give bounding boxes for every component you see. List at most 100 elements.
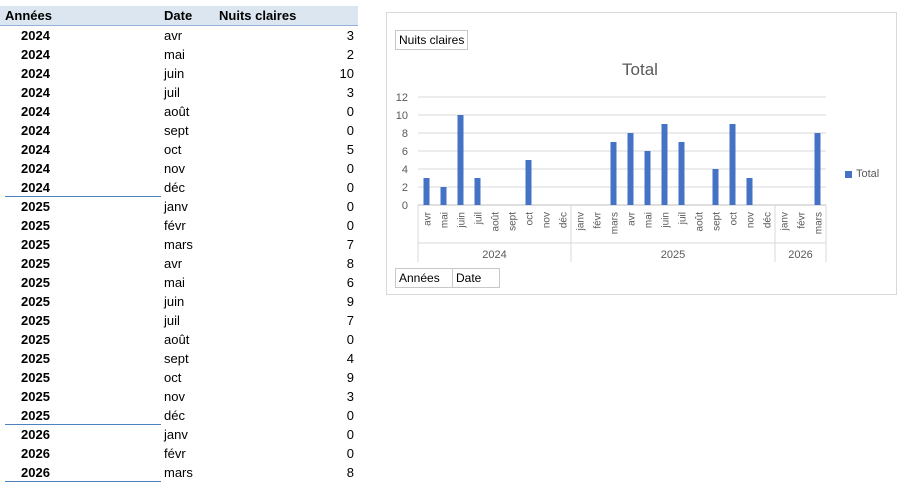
- value-cell: 10: [339, 66, 354, 81]
- year-cell[interactable]: 2025: [21, 237, 50, 252]
- month-cell[interactable]: déc: [164, 180, 185, 195]
- month-cell[interactable]: oct: [164, 142, 181, 157]
- year-cell[interactable]: 2024: [21, 104, 50, 119]
- month-cell[interactable]: mars: [164, 465, 193, 480]
- year-cell[interactable]: 2024: [21, 123, 50, 138]
- month-cell[interactable]: févr: [164, 446, 186, 461]
- bar: [474, 178, 481, 205]
- value-cell: 0: [346, 161, 354, 176]
- year-cell[interactable]: 2025: [21, 275, 50, 290]
- year-cell[interactable]: 2026: [21, 465, 50, 480]
- x-tick-label: mai: [440, 212, 451, 228]
- group-separator: [5, 481, 161, 482]
- y-tick-label: 6: [402, 146, 408, 158]
- x-tick-label: sept: [508, 212, 519, 231]
- table-row: 2025 janv 0: [0, 197, 358, 216]
- bar: [729, 124, 736, 205]
- group-label: 2024: [482, 249, 506, 261]
- x-tick-label: avr: [627, 211, 638, 226]
- month-cell[interactable]: janv: [164, 199, 188, 214]
- year-cell[interactable]: 2024: [21, 85, 50, 100]
- month-cell[interactable]: juin: [164, 294, 184, 309]
- month-cell[interactable]: oct: [164, 370, 181, 385]
- month-cell[interactable]: juil: [164, 313, 180, 328]
- month-cell[interactable]: juil: [164, 85, 180, 100]
- legend: Total: [845, 168, 879, 180]
- table-row: 2025 août 0: [0, 330, 358, 349]
- table-row: 2026 mars 8: [0, 463, 358, 482]
- month-cell[interactable]: nov: [164, 161, 185, 176]
- year-cell[interactable]: 2024: [21, 47, 50, 62]
- month-cell[interactable]: avr: [164, 256, 182, 271]
- year-cell[interactable]: 2025: [21, 351, 50, 366]
- bar: [457, 115, 464, 205]
- pivot-chart[interactable]: Nuits claires Total 0 2 4 6 8 10 12 avr mai juin ju…: [386, 12, 897, 295]
- table-row: 2025 mars 7: [0, 235, 358, 254]
- value-cell: 0: [346, 446, 354, 461]
- year-cell[interactable]: 2025: [21, 199, 50, 214]
- month-cell[interactable]: sept: [164, 123, 189, 138]
- value-cell: 4: [346, 351, 354, 366]
- month-cell[interactable]: avr: [164, 28, 182, 43]
- month-cell[interactable]: juin: [164, 66, 184, 81]
- bar: [814, 133, 821, 205]
- month-cell[interactable]: janv: [164, 427, 188, 442]
- year-cell[interactable]: 2025: [21, 294, 50, 309]
- y-tick-label: 2: [402, 182, 408, 194]
- month-cell[interactable]: août: [164, 104, 189, 119]
- year-cell[interactable]: 2025: [21, 408, 50, 423]
- bar: [712, 169, 719, 205]
- table-row: 2024 mai 2: [0, 45, 358, 64]
- year-cell[interactable]: 2025: [21, 370, 50, 385]
- x-tick-label: août: [695, 212, 706, 232]
- value-cell: 0: [346, 104, 354, 119]
- x-tick-label: juil: [678, 212, 689, 225]
- year-cell[interactable]: 2024: [21, 142, 50, 157]
- header-date[interactable]: Date: [164, 8, 192, 23]
- year-cell[interactable]: 2024: [21, 66, 50, 81]
- x-tick-label: févr: [593, 211, 604, 228]
- bar: [644, 151, 651, 205]
- month-cell[interactable]: mars: [164, 237, 193, 252]
- x-tick-label: nov: [542, 212, 553, 228]
- month-cell[interactable]: nov: [164, 389, 185, 404]
- table-row: 2025 nov 3: [0, 387, 358, 406]
- axis-field-button-date[interactable]: Date: [452, 268, 500, 288]
- year-cell[interactable]: 2025: [21, 389, 50, 404]
- value-cell: 2: [346, 47, 354, 62]
- bar: [440, 187, 447, 205]
- value-cell: 5: [346, 142, 354, 157]
- table-row: 2025 févr 0: [0, 216, 358, 235]
- x-tick-label: juil: [474, 212, 485, 225]
- month-cell[interactable]: déc: [164, 408, 185, 423]
- value-cell: 6: [346, 275, 354, 290]
- header-nuits-claires[interactable]: Nuits claires: [219, 8, 296, 23]
- year-cell[interactable]: 2025: [21, 256, 50, 271]
- value-cell: 0: [346, 123, 354, 138]
- month-cell[interactable]: août: [164, 332, 189, 347]
- x-tick-label: avr: [423, 211, 434, 226]
- table-row: 2025 juin 9: [0, 292, 358, 311]
- year-cell[interactable]: 2026: [21, 427, 50, 442]
- x-tick-label: juin: [457, 212, 468, 229]
- year-cell[interactable]: 2024: [21, 161, 50, 176]
- chart-plot: Total024681012avr mai juin juil août sept oct n…: [396, 60, 827, 262]
- year-cell[interactable]: 2026: [21, 446, 50, 461]
- bar: [610, 142, 617, 205]
- year-cell[interactable]: 2025: [21, 313, 50, 328]
- year-cell[interactable]: 2024: [21, 28, 50, 43]
- legend-swatch: [845, 170, 852, 178]
- header-years[interactable]: Années: [5, 8, 52, 23]
- table-row: 2025 mai 6: [0, 273, 358, 292]
- table-row: 2025 sept 4: [0, 349, 358, 368]
- year-cell[interactable]: 2024: [21, 180, 50, 195]
- month-cell[interactable]: mai: [164, 47, 185, 62]
- table-row: 2025 déc 0: [0, 406, 358, 425]
- month-cell[interactable]: mai: [164, 275, 185, 290]
- month-cell[interactable]: sept: [164, 351, 189, 366]
- year-cell[interactable]: 2025: [21, 218, 50, 233]
- month-cell[interactable]: févr: [164, 218, 186, 233]
- year-cell[interactable]: 2025: [21, 332, 50, 347]
- axis-field-button-annees[interactable]: Années: [395, 268, 453, 288]
- table-row: 2024 juin 10: [0, 64, 358, 83]
